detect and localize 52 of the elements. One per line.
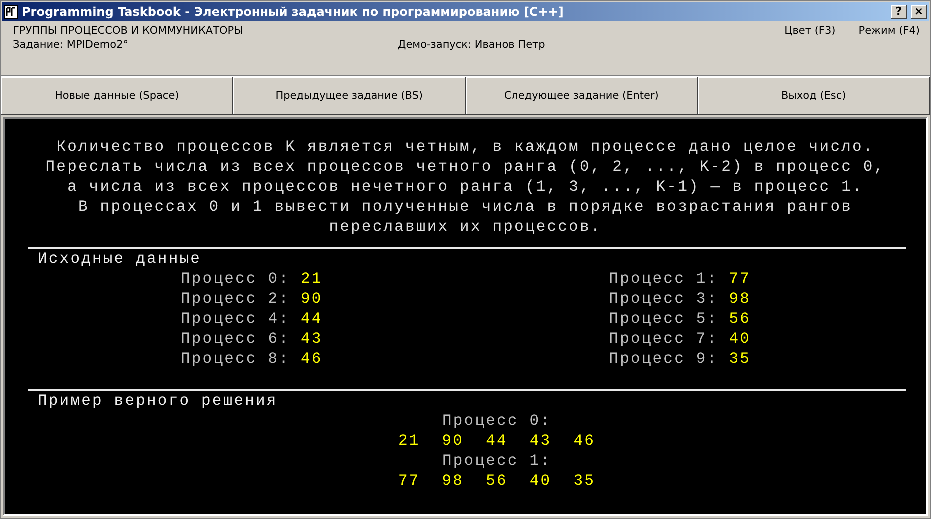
toolbar-button[interactable]: Новые данные (Space)	[1, 77, 234, 115]
process-label: Процесс 1:	[609, 269, 718, 289]
process-value: 77	[729, 269, 751, 289]
process-label: Процесс 7:	[609, 329, 718, 349]
process-label: Процесс 3:	[609, 289, 718, 309]
mode-link[interactable]: Режим (F4)	[858, 25, 920, 37]
process-label: Процесс 9:	[609, 349, 718, 369]
color-link[interactable]: Цвет (F3)	[784, 25, 836, 37]
process-label: Процесс 5:	[609, 309, 718, 329]
window-title: Programming Taskbook - Электронный задачник по программированию [C++]	[22, 4, 565, 18]
process-label: Процесс 0:	[181, 269, 290, 289]
result-value: 21	[398, 431, 420, 451]
result-value: 40	[530, 471, 552, 491]
process-label: Процесс 2:	[181, 289, 290, 309]
result-value: 43	[530, 431, 552, 451]
toolbar-button[interactable]: Выход (Esc)	[698, 77, 930, 115]
result-value: 46	[574, 431, 596, 451]
process-label: Процесс 1:	[442, 451, 552, 471]
process-value: 98	[729, 289, 751, 309]
process-value: 90	[301, 289, 323, 309]
demo-label: Демо-запуск: Иванов Петр	[398, 39, 546, 51]
help-button[interactable]: ?	[891, 4, 907, 18]
statement-line: переславших их процессов.	[329, 217, 602, 237]
app-icon	[4, 4, 18, 18]
process-label: Процесс 8:	[181, 349, 290, 369]
section-title: Исходные данные	[37, 249, 203, 269]
result-value: 90	[442, 431, 464, 451]
statement-line: В процессах 0 и 1 вывести полученные числа в порядке возрастания рангов	[78, 197, 852, 217]
statement-line: Количество процессов K является четным, в каждом процессе дано целое число.	[56, 137, 874, 157]
statement-line: а числа из всех процессов нечетного ранга (1, 3, ..., K-1) — в процесс 1.	[68, 177, 864, 197]
result-value: 44	[486, 431, 508, 451]
process-value: 35	[729, 349, 751, 369]
result-value: 77	[398, 471, 420, 491]
process-value: 56	[729, 309, 751, 329]
statement-line: Переслать числа из всех процессов четного ранга (0, 2, ..., K-2) в процесс 0,	[46, 157, 886, 177]
toolbar-button[interactable]: Следующее задание (Enter)	[466, 77, 698, 115]
process-value: 46	[301, 349, 323, 369]
process-label: Процесс 6:	[181, 329, 290, 349]
process-value: 44	[301, 309, 323, 329]
process-value: 40	[729, 329, 751, 349]
process-value: 21	[301, 269, 323, 289]
result-value: 98	[442, 471, 464, 491]
close-button[interactable]: ×	[911, 4, 927, 18]
process-label: Процесс 4:	[181, 309, 290, 329]
result-value: 56	[486, 471, 508, 491]
section-title: Пример верного решения	[37, 391, 279, 411]
group-name: ГРУППЫ ПРОЦЕССОВ И КОММУНИКАТОРЫ	[13, 25, 244, 37]
task-name: Задание: MPIDemo2°	[13, 39, 130, 51]
toolbar-button[interactable]: Предыдущее задание (BS)	[233, 77, 466, 115]
result-value: 35	[574, 471, 596, 491]
process-value: 43	[301, 329, 323, 349]
process-label: Процесс 0:	[442, 411, 552, 431]
